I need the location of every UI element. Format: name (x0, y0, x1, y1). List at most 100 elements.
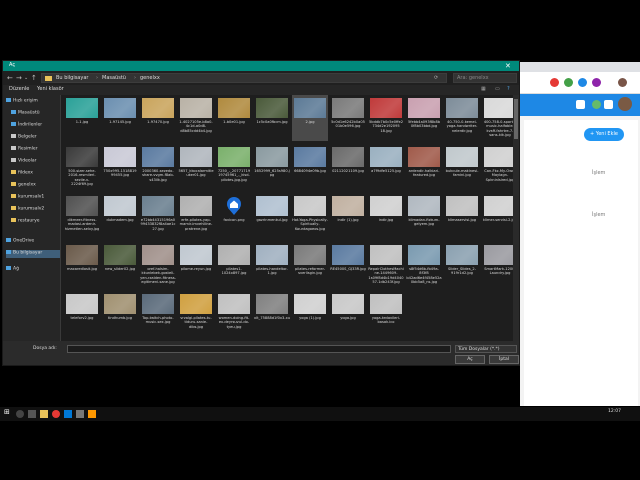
windows-start-icon[interactable]: ⊞ (4, 408, 12, 416)
open-button[interactable]: Aç (455, 355, 485, 364)
file-item[interactable]: Slider_Slides_2-919r1d2.jpg (444, 242, 480, 288)
file-item[interactable]: 1-97470.jpg (140, 95, 176, 141)
file-item[interactable]: pilome-reyun.jpg (178, 242, 214, 288)
extension-icon[interactable] (564, 78, 573, 87)
task-view-icon[interactable] (28, 410, 36, 418)
breadcrumb-item[interactable]: genelxx (140, 75, 160, 81)
sidebar-item[interactable]: Resimler (6, 146, 38, 154)
chevron-down-icon[interactable]: ⌄ (24, 73, 28, 83)
preview-pane-icon[interactable]: ▭ (495, 86, 500, 92)
file-item[interactable]: 1-4027105e-b8a0-4c1d-a0d8-d8b85cdd4b4.jp… (178, 95, 214, 141)
file-item[interactable]: indir.jpg (368, 193, 404, 239)
app-icon[interactable] (64, 410, 72, 418)
file-item[interactable]: s8f54d6b-fb49a-8f3f8 b42ad6e4f458e52a0bb… (406, 242, 442, 288)
forward-arrow-icon[interactable]: → (16, 73, 22, 83)
file-item[interactable]: 2.jpg (292, 95, 328, 141)
add-new-button[interactable]: + Yeni Ekle (584, 128, 624, 141)
breadcrumb-item[interactable]: Bu bilgisayar (56, 75, 88, 81)
file-item[interactable]: 7250_-_20771719 19745961_-_kisd-pilotes-… (216, 144, 252, 190)
file-item[interactable]: dikmeer-fitness-madasi-ardenir-hizmetlen… (64, 193, 100, 239)
file-item[interactable]: e72bb44315196a099433832f8a4ae1c27.jpg (140, 193, 176, 239)
file-item[interactable]: pilates1-1024x897.jpg (216, 242, 252, 288)
file-item[interactable]: pilates-handeltor-1.jpg (254, 242, 290, 288)
file-item[interactable]: RE4500S_GJ33R.jpg (330, 242, 366, 288)
file-item[interactable]: favicon.png (216, 193, 252, 239)
refresh-icon[interactable]: ⟳ (434, 75, 438, 81)
file-item[interactable]: 6684094e09b.jpg (292, 144, 328, 190)
sidebar-item[interactable]: fildexx (6, 170, 33, 178)
sidebar-item[interactable]: İndirilenler (6, 122, 42, 130)
file-item[interactable]: women-doing-fit-ex-deyrsuvul-do-tyeu.jpg (216, 291, 252, 337)
file-item[interactable]: 1-97145.jpg (102, 95, 138, 141)
file-item[interactable]: klimaservisi.jpg (444, 193, 480, 239)
file-explorer-icon[interactable] (40, 410, 48, 418)
file-item[interactable]: vrzalgi-pilates-tu-tiduru-sanie-dibs.jpg (178, 291, 214, 337)
extension-icon[interactable] (550, 78, 559, 87)
file-item[interactable]: ardendir-halkiari-featured.jpg (406, 144, 442, 190)
notification-icon[interactable] (592, 100, 601, 109)
file-item[interactable]: new_slider02.jpg (102, 242, 138, 288)
sidebar-item[interactable]: Masaüstü (6, 110, 40, 118)
clock[interactable]: 12:07 (608, 409, 621, 414)
breadcrumb-item[interactable]: Masaüstü (102, 75, 126, 81)
sidebar-item[interactable]: OneDrive (6, 238, 34, 246)
file-item[interactable]: teleforv2.jpg (64, 291, 100, 337)
filename-input[interactable] (67, 345, 451, 353)
cancel-button[interactable]: İptal (489, 355, 519, 364)
file-item[interactable]: pilates-reformer-sverlisgin.jpg (292, 242, 328, 288)
file-item[interactable]: a7f9dfe5125.jpg (368, 144, 404, 190)
file-item[interactable]: 1-b0e01.jpg (216, 95, 252, 141)
file-item[interactable]: RepairClothesMachine-1449609-1s09f8d4b19… (368, 242, 404, 288)
browser-address-bar[interactable] (520, 72, 640, 94)
file-item[interactable]: 500-sizer-sehe-2016-resmilerl-sezile-v-2… (64, 144, 100, 190)
sidebar-item[interactable]: Videolar (6, 158, 36, 166)
sidebar-item[interactable]: restaurye (6, 218, 40, 226)
file-item[interactable]: indir (1).jpg (330, 193, 366, 239)
file-item[interactable]: oref-halsim-kkunlebek-gosteli-yen-rzalde… (140, 242, 176, 288)
file-item[interactable]: 1652999_625s980.jpg (254, 144, 290, 190)
file-item[interactable]: 750x995-1518819 99455.jpg (102, 144, 138, 190)
new-folder-button[interactable]: Yeni klasör (37, 86, 64, 92)
settings-icon[interactable] (604, 100, 613, 109)
file-item[interactable]: 40-750-0-kemel-yoga-handwriter-nelerdir.… (444, 95, 480, 141)
sidebar-item[interactable]: kurumsalv2 (6, 206, 44, 214)
file-item[interactable]: dukmadem.jpg (102, 193, 138, 239)
app-icon[interactable] (76, 410, 84, 418)
extension-icon[interactable] (592, 78, 601, 87)
file-item[interactable]: xlt_75888d1f0x3-xu (254, 291, 290, 337)
file-item[interactable]: 1-1.jpg (64, 95, 100, 141)
sidebar-item[interactable]: Ağ (6, 266, 19, 274)
file-item[interactable]: maxaredlosit.jpg (64, 242, 100, 288)
chrome-icon[interactable] (52, 410, 60, 418)
breadcrumb[interactable]: Bu bilgisayar › Masaüstü › genelxx ⟳ (41, 73, 447, 83)
file-item[interactable]: Hot-Yoga-Physically-Spiritually-Kountago… (292, 193, 328, 239)
sidebar-item[interactable]: Belgeler (6, 134, 37, 142)
file-item[interactable]: 2000360-sezedo-share-vvgm-f8ab-s43ilk.jp… (140, 144, 176, 190)
back-arrow-icon[interactable]: ← (7, 73, 13, 83)
file-item[interactable]: bukcule-makinesi-famini.jpg (444, 144, 480, 190)
sidebar-item[interactable]: Bu bilgisayar (6, 250, 60, 258)
search-icon[interactable] (16, 410, 24, 418)
close-icon[interactable]: ✕ (505, 61, 511, 71)
vertical-scrollbar[interactable] (513, 95, 519, 341)
sidebar-item[interactable]: genelxx (6, 182, 36, 190)
file-item[interactable]: yoga-tedavileri-basak.ico (368, 291, 404, 337)
file-item[interactable]: yoga (1).jpg (292, 291, 328, 337)
search-input[interactable]: Ara: genelxx (453, 73, 517, 83)
view-options-icon[interactable]: ▦ (481, 86, 486, 92)
app-icon[interactable] (88, 410, 96, 418)
extension-icon[interactable] (578, 78, 587, 87)
file-item[interactable]: yoga.jpg (330, 291, 366, 337)
dialog-titlebar[interactable]: Aç ✕ (3, 61, 519, 71)
avatar[interactable] (618, 97, 632, 111)
organize-menu[interactable]: Düzenle (9, 86, 29, 92)
filetype-select[interactable]: Tüm Dosyalar (*.*) (455, 345, 517, 353)
file-item[interactable]: gazrinmenkul.jpg (254, 193, 290, 239)
file-item[interactable]: 02112021109.jpg (330, 144, 366, 190)
scrollbar-thumb[interactable] (514, 99, 518, 139)
file-item[interactable]: 5657_kkocalarmitleuker01.jpg (178, 144, 214, 190)
file-item[interactable]: klimadan-fizkum-gelyem.jpg (406, 193, 442, 239)
mail-icon[interactable] (576, 100, 585, 109)
sidebar-item[interactable]: kurumsalv1 (6, 194, 44, 202)
help-icon[interactable]: ? (507, 86, 510, 92)
